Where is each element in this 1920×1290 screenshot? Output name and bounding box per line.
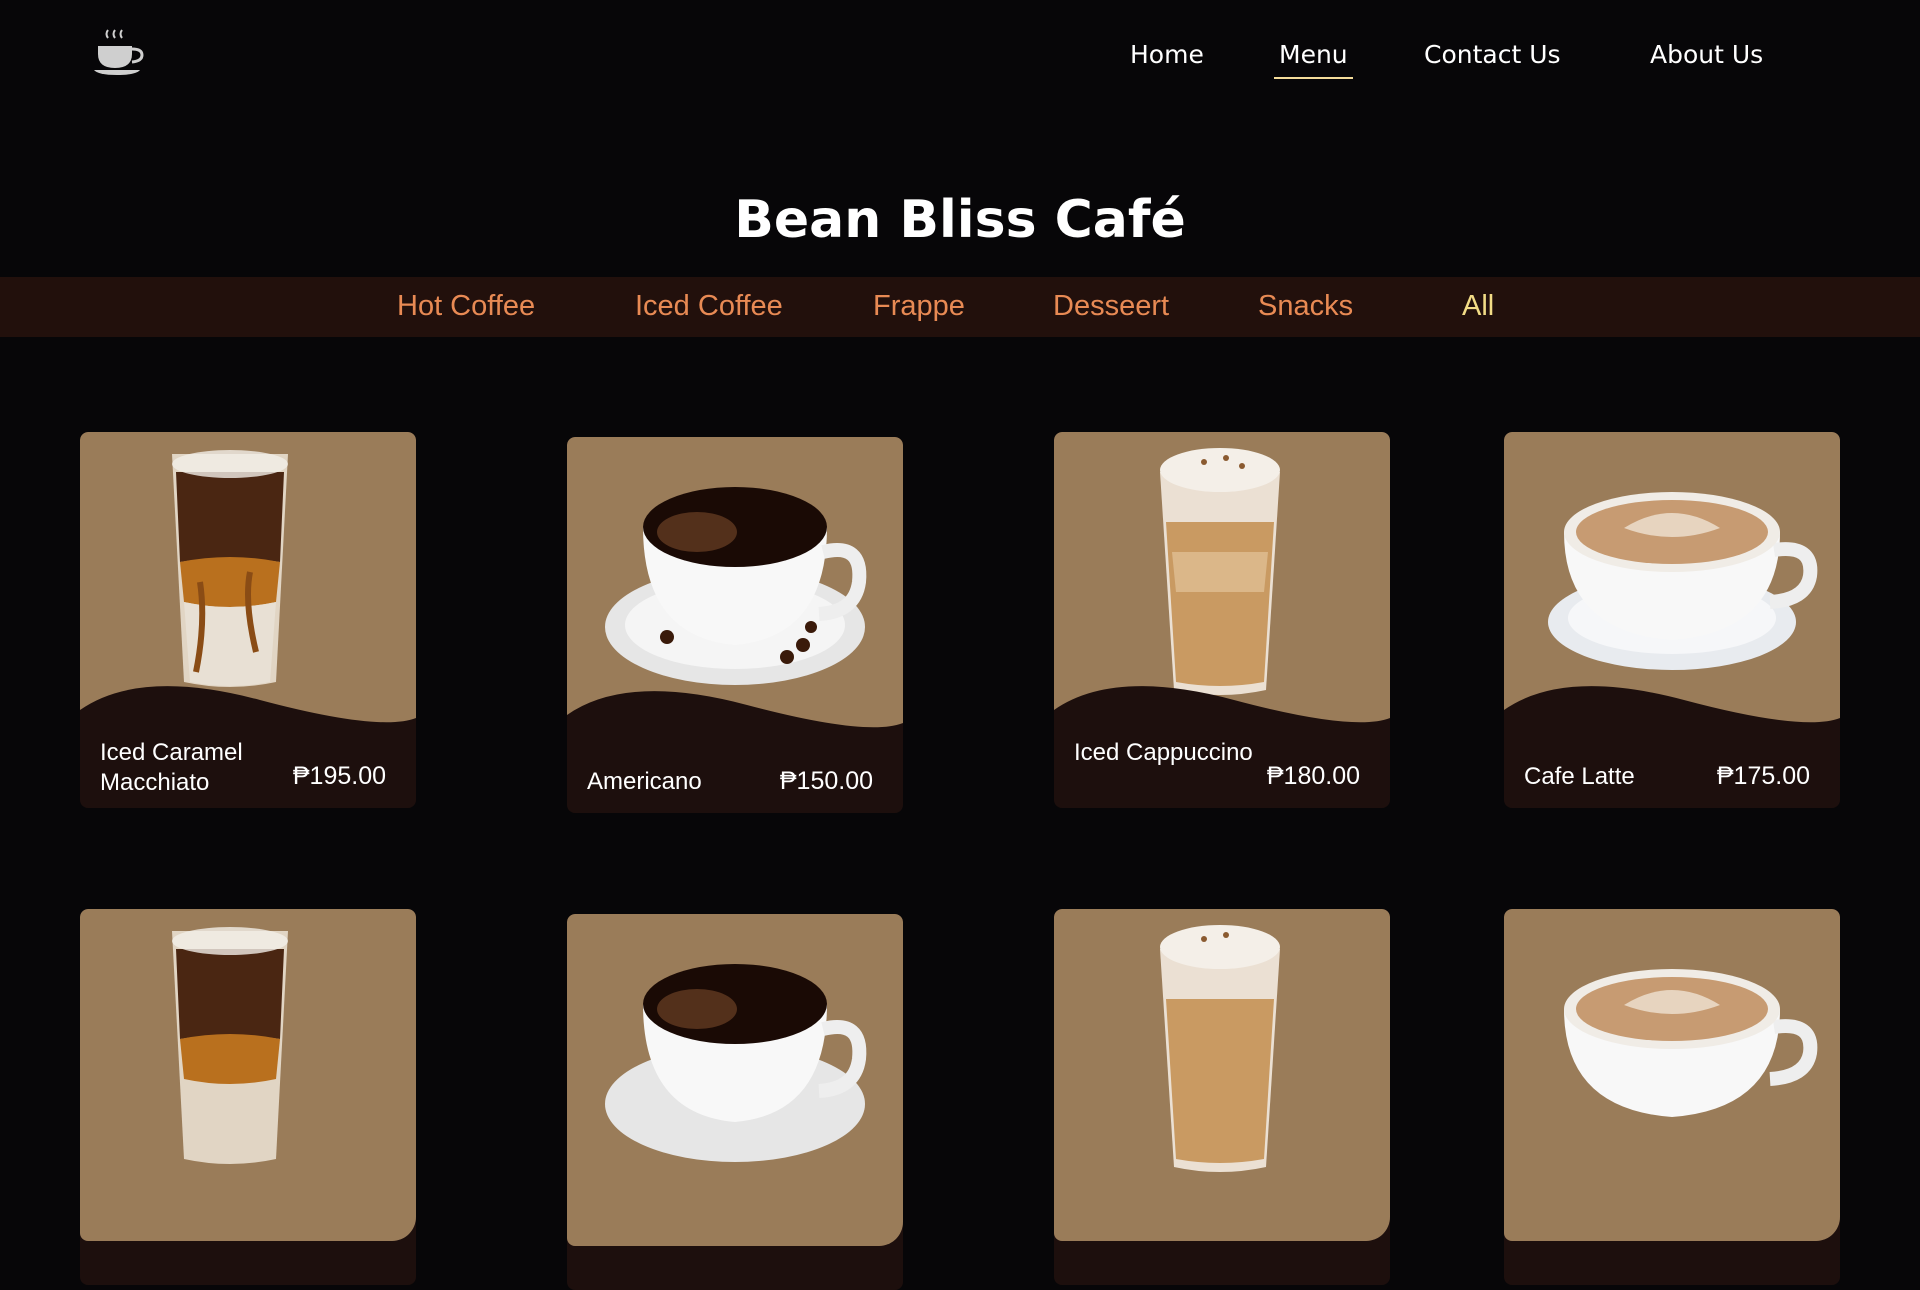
menu-item-name: Cafe Latte — [1524, 763, 1635, 790]
card-wave — [567, 691, 903, 773]
menu-card[interactable]: Cafe Latte ₱175.00 — [1504, 432, 1840, 808]
menu-card[interactable] — [1054, 909, 1390, 1285]
menu-card[interactable] — [567, 914, 903, 1290]
menu-item-name: Americano — [587, 768, 702, 795]
menu-card[interactable]: Iced Cappuccino ₱180.00 — [1054, 432, 1390, 808]
menu-item-name: Iced Cappuccino — [1074, 739, 1253, 766]
iced-caramel-macchiato-image — [172, 927, 288, 1164]
americano-image — [605, 964, 867, 1162]
nav-contact-us[interactable]: Contact Us — [1424, 40, 1561, 69]
category-dessert[interactable]: Desseert — [1053, 290, 1169, 323]
menu-item-price: ₱150.00 — [779, 767, 873, 795]
menu-item-price: ₱180.00 — [1266, 762, 1360, 790]
menu-item-name: Iced Caramel Macchiato — [100, 739, 243, 796]
iced-cappuccino-image — [1160, 925, 1280, 1172]
category-snacks[interactable]: Snacks — [1258, 290, 1353, 323]
menu-item-price: ₱195.00 — [292, 762, 386, 790]
nav-home[interactable]: Home — [1130, 40, 1204, 69]
card-wave — [1504, 686, 1840, 768]
menu-item-price: ₱175.00 — [1716, 762, 1810, 790]
menu-card[interactable] — [80, 909, 416, 1285]
main-nav: Home Menu Contact Us About Us — [0, 40, 1920, 80]
nav-about-us[interactable]: About Us — [1650, 40, 1763, 69]
menu-card[interactable]: Americano ₱150.00 — [567, 437, 903, 813]
category-hot-coffee[interactable]: Hot Coffee — [397, 290, 535, 323]
cafe-latte-image — [1564, 969, 1818, 1117]
page-title: Bean Bliss Café — [734, 190, 1186, 250]
menu-card[interactable]: Iced Caramel Macchiato ₱195.00 — [80, 432, 416, 808]
category-bar: Hot Coffee Iced Coffee Frappe Desseert S… — [0, 277, 1920, 337]
nav-menu[interactable]: Menu — [1274, 40, 1353, 79]
category-frappe[interactable]: Frappe — [873, 290, 965, 323]
category-all[interactable]: All — [1462, 290, 1494, 323]
menu-card[interactable] — [1504, 909, 1840, 1285]
category-iced-coffee[interactable]: Iced Coffee — [635, 290, 783, 323]
